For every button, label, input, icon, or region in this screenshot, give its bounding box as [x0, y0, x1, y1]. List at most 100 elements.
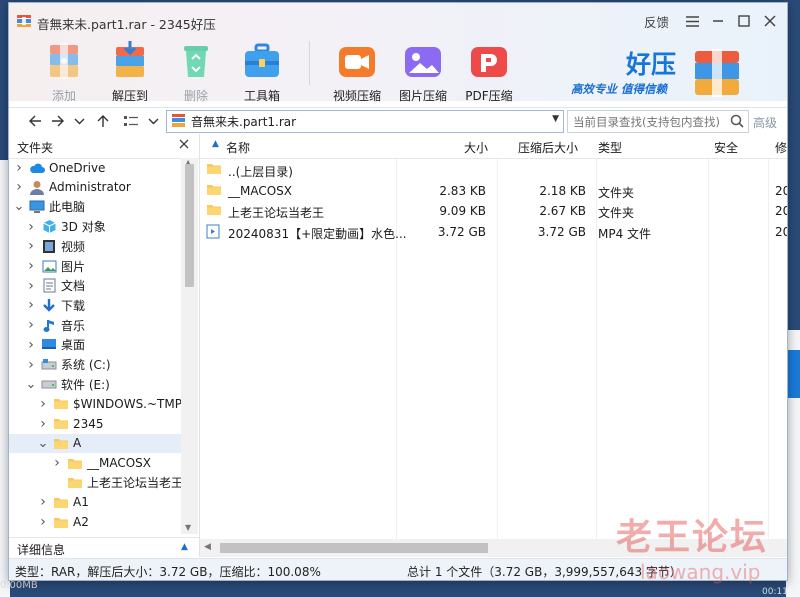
extract-icon [116, 41, 144, 77]
chevron-down-icon[interactable]: ⌄ [13, 199, 25, 214]
tree-item[interactable]: › 下载 [25, 296, 85, 315]
delete-button[interactable]: 删除 [163, 39, 229, 104]
chevron-right-icon[interactable]: › [25, 238, 37, 254]
chevron-right-icon[interactable]: › [25, 357, 37, 373]
minimize-button[interactable] [707, 11, 729, 31]
menu-button[interactable] [681, 11, 703, 31]
tree-item[interactable]: › 文档 [25, 276, 85, 295]
search-icon[interactable] [730, 114, 744, 128]
column-header-packed-size[interactable]: 压缩后大小 [518, 139, 578, 156]
back-button[interactable] [25, 111, 45, 131]
up-level-button[interactable] [93, 111, 113, 131]
chevron-up-icon[interactable]: ▲ [181, 542, 188, 552]
tree-item[interactable]: › 3D 对象 [25, 217, 106, 236]
file-packed-size: 3.72 GB [537, 224, 586, 239]
chevron-right-icon[interactable]: › [25, 219, 37, 235]
scrollbar-thumb[interactable] [220, 543, 488, 553]
tree-item[interactable]: › 音乐 [25, 316, 85, 335]
tree-item[interactable]: › 系统 (C:) [25, 355, 110, 374]
chevron-right-icon[interactable]: › [25, 317, 37, 333]
3d-objects-icon [41, 219, 57, 235]
chevron-right-icon[interactable]: › [13, 179, 25, 195]
advanced-search-link[interactable]: 高级 [753, 114, 777, 131]
forum-watermark: 老王论坛 [616, 517, 769, 558]
image-compress-button[interactable]: 图片压缩 [390, 39, 456, 104]
tree-item[interactable]: › A2 [37, 513, 89, 532]
column-header-security[interactable]: 安全 [714, 139, 738, 156]
path-text: 音無来未.part1.rar [191, 115, 297, 129]
tree-item[interactable]: › $WINDOWS.~TMP [37, 394, 181, 413]
column-header-type[interactable]: 类型 [598, 139, 622, 156]
folder-icon [53, 494, 69, 510]
tree-item[interactable]: 上老王论坛当老王 [51, 473, 181, 492]
column-header-name[interactable]: 名称 [226, 139, 250, 156]
tree-item[interactable]: › __MACOSX [51, 454, 151, 473]
file-row[interactable]: ..(上层目录) [200, 160, 787, 180]
file-size: 2.83 KB [439, 183, 486, 198]
search-box [567, 110, 749, 133]
folder-icon [206, 203, 221, 217]
chevron-down-icon[interactable]: ⌄ [37, 436, 49, 451]
chevron-right-icon[interactable]: › [25, 258, 37, 274]
feedback-link[interactable]: 反馈 [644, 12, 669, 31]
history-dropdown-button[interactable] [69, 111, 89, 131]
extract-to-button[interactable]: 解压到 [97, 39, 163, 104]
chevron-right-icon[interactable]: › [25, 337, 37, 353]
chevron-right-icon[interactable]: › [37, 396, 49, 412]
folder-tree-scrollbar[interactable]: ▲ ▼ [181, 158, 198, 534]
tree-item[interactable]: ⌄ 软件 (E:) [25, 375, 110, 394]
file-type: 文件夹 [598, 206, 635, 221]
close-button[interactable] [759, 11, 781, 31]
scroll-down-icon[interactable]: ▼ [185, 523, 191, 532]
tree-item-label: 2345 [73, 416, 104, 431]
tree-item-label: 下载 [61, 298, 86, 313]
view-mode-dropdown-button[interactable] [143, 111, 163, 131]
tree-item[interactable]: › 视频 [25, 237, 85, 256]
add-button[interactable]: 添加 [31, 39, 97, 104]
column-header-modified[interactable]: 修 [775, 139, 787, 156]
brand-slogan: 高效专业 值得信赖 [571, 82, 668, 96]
file-row[interactable]: 上老王论坛当老王 9.09 KB 2.67 KB 文件夹 20 [200, 201, 787, 221]
path-dropdown-arrow-icon[interactable]: ▼ [552, 114, 559, 124]
column-header-size[interactable]: 大小 [464, 139, 488, 156]
maximize-button[interactable] [733, 11, 755, 31]
chevron-down-icon[interactable]: ⌄ [25, 377, 37, 392]
toolbox-button[interactable]: 工具箱 [229, 39, 295, 104]
tree-item[interactable]: ›Baidu Netdisk Download [37, 532, 181, 535]
tree-item-label: A [73, 436, 82, 451]
chevron-right-icon[interactable]: › [25, 297, 37, 313]
title-bar: 音無来未.part1.rar - 2345好压 反馈 添加 解压到 删除 工具箱… [9, 3, 787, 104]
tree-item[interactable]: › 2345 [37, 414, 104, 433]
background-blue-tab [786, 350, 800, 398]
video-compress-button[interactable]: 视频压缩 [324, 39, 390, 104]
chevron-right-icon[interactable]: › [25, 278, 37, 294]
folder-panel-close-button[interactable] [179, 137, 189, 153]
pdf-compress-button[interactable]: PDF压缩 [456, 39, 522, 104]
tree-item[interactable]: › 图片 [25, 257, 85, 276]
image-compress-label: 图片压缩 [398, 89, 447, 103]
tree-item[interactable]: ⌄ 此电脑 [13, 197, 85, 216]
documents-folder-icon [41, 278, 57, 294]
scrollbar-thumb[interactable] [185, 164, 194, 287]
view-mode-button[interactable] [121, 111, 141, 131]
path-combobox[interactable]: 音無来未.part1.rar ▼ [166, 110, 564, 133]
forward-button[interactable] [47, 111, 67, 131]
file-row[interactable]: __MACOSX 2.83 KB 2.18 KB 文件夹 20 [200, 181, 787, 201]
chevron-right-icon[interactable]: › [37, 494, 49, 510]
file-name: ..(上层目录) [228, 165, 293, 179]
tree-item[interactable]: › OneDrive [13, 158, 105, 177]
file-row[interactable]: 20240831【+限定動画】水色... 3.72 GB 3.72 GB MP4 文件… [200, 222, 787, 242]
tree-item[interactable]: › 桌面 [25, 335, 85, 354]
chevron-right-icon[interactable]: › [37, 514, 49, 530]
archive-info-text: 类型：RAR，解压后大小：3.72 GB，压缩比：100.08% [15, 565, 321, 579]
search-input[interactable] [571, 113, 727, 131]
details-panel-header[interactable]: 详细信息 ▲ [9, 537, 199, 558]
chevron-right-icon[interactable]: › [51, 455, 63, 471]
minimize-icon [713, 20, 723, 22]
tree-item[interactable]: › A1 [37, 493, 89, 512]
tree-item[interactable]: ⌄ A [9, 433, 181, 453]
scroll-left-icon[interactable]: ◀ [204, 542, 211, 552]
tree-item[interactable]: › Administrator [13, 178, 131, 197]
chevron-right-icon[interactable]: › [37, 416, 49, 432]
chevron-right-icon[interactable]: › [13, 160, 25, 176]
